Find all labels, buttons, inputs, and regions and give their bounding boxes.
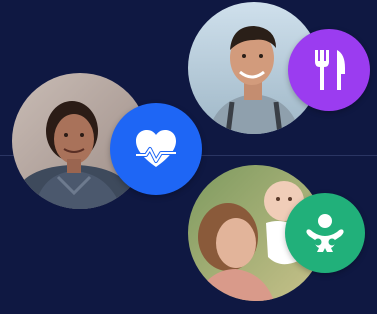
baby-icon: [306, 214, 344, 252]
heart-badge: [110, 103, 202, 195]
baby-badge: [285, 193, 365, 273]
fork-knife-icon: [315, 50, 345, 90]
care-services-illustration: [0, 0, 377, 314]
heart-pulse-icon: [136, 130, 176, 167]
dining-badge: [288, 29, 370, 111]
